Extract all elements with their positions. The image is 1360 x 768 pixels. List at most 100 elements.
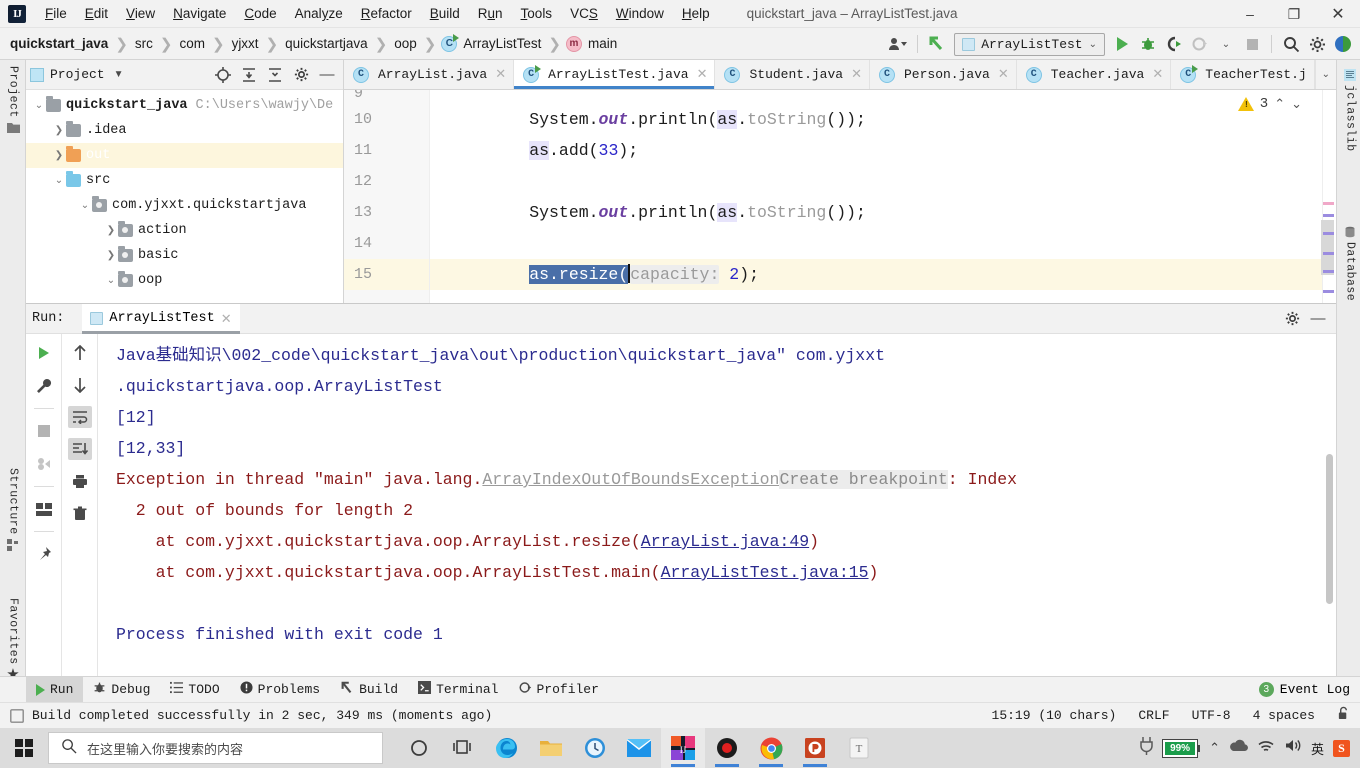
- wifi-icon[interactable]: [1257, 739, 1275, 758]
- task-view-icon[interactable]: [441, 728, 485, 768]
- search-everywhere-icon[interactable]: [1278, 31, 1304, 57]
- previous-problem-icon[interactable]: ⌃: [1274, 97, 1285, 112]
- chevron-right-icon[interactable]: ❯: [104, 250, 118, 262]
- trash-icon[interactable]: [68, 502, 92, 524]
- breadcrumb-item-method[interactable]: m main: [565, 35, 619, 52]
- menu-navigate[interactable]: Navigate: [164, 3, 235, 24]
- dump-threads-icon[interactable]: [32, 453, 56, 475]
- intellij-idea-icon[interactable]: IJ: [661, 728, 705, 768]
- chevron-right-icon[interactable]: ❯: [52, 125, 66, 137]
- inspection-widget[interactable]: 3 ⌃ ⌄: [1237, 96, 1302, 112]
- onedrive-icon[interactable]: [1229, 739, 1248, 757]
- menu-vcs[interactable]: VCS: [561, 3, 607, 24]
- chevron-down-icon[interactable]: ▼: [107, 63, 131, 87]
- chevron-down-icon[interactable]: ⌄: [78, 200, 92, 212]
- soft-wrap-icon[interactable]: [67, 406, 92, 428]
- tab-teacher-java[interactable]: C Teacher.java ✕: [1016, 60, 1172, 89]
- breadcrumb-item-com[interactable]: com: [177, 36, 207, 51]
- menu-build[interactable]: Build: [421, 3, 469, 24]
- mail-icon[interactable]: [617, 728, 661, 768]
- maximize-button[interactable]: ❐: [1272, 0, 1316, 28]
- hide-icon[interactable]: —: [1306, 307, 1330, 331]
- locate-icon[interactable]: [211, 63, 235, 87]
- next-problem-icon[interactable]: ⌄: [1291, 97, 1302, 112]
- rail-item-project[interactable]: Project: [0, 66, 26, 135]
- menu-code[interactable]: Code: [235, 3, 285, 24]
- tree-row[interactable]: ❯ out: [26, 143, 343, 168]
- file-explorer-icon[interactable]: [529, 728, 573, 768]
- tab-arraylist-java[interactable]: C ArrayList.java ✕: [344, 60, 515, 89]
- powerpoint-icon[interactable]: [793, 728, 837, 768]
- bottom-tab-run[interactable]: Run: [26, 676, 84, 703]
- ime-chinese-icon[interactable]: 英: [1311, 739, 1324, 758]
- show-hidden-icons-icon[interactable]: ⌃: [1209, 740, 1220, 756]
- scroll-to-end-icon[interactable]: [67, 438, 92, 460]
- menu-help[interactable]: Help: [673, 3, 719, 24]
- breadcrumb-item-oop[interactable]: oop: [392, 36, 419, 51]
- settings-icon[interactable]: [1304, 31, 1330, 57]
- windows-start-icon[interactable]: [0, 728, 48, 768]
- indent-setting[interactable]: 4 spaces: [1253, 708, 1315, 723]
- breadcrumb-item-class[interactable]: C ArrayListTest: [441, 33, 543, 52]
- cortana-icon[interactable]: [397, 728, 441, 768]
- tree-row[interactable]: ⌄ com.yjxxt.quickstartjava: [26, 193, 343, 218]
- menu-window[interactable]: Window: [607, 3, 673, 24]
- tab-student-java[interactable]: C Student.java ✕: [715, 60, 870, 89]
- build-status-icon[interactable]: [10, 708, 24, 723]
- rail-item-database[interactable]: Database: [1337, 225, 1360, 301]
- debug-button[interactable]: [1135, 31, 1161, 57]
- run-button[interactable]: [1109, 31, 1135, 57]
- create-breakpoint-link[interactable]: Create breakpoint: [779, 470, 948, 489]
- exception-class-link[interactable]: ArrayIndexOutOfBoundsException: [482, 470, 779, 489]
- sogou-icon[interactable]: S: [1333, 739, 1350, 757]
- tab-arraylisttest-java[interactable]: C ArrayListTest.java ✕: [514, 60, 716, 89]
- tree-row[interactable]: ❯ .idea: [26, 118, 343, 143]
- menu-edit[interactable]: Edit: [76, 3, 117, 24]
- bottom-tab-todo[interactable]: TODO: [160, 677, 229, 703]
- unlocked-icon[interactable]: [1337, 706, 1350, 725]
- stop-icon[interactable]: [32, 420, 56, 442]
- breadcrumb-item-src[interactable]: src: [133, 36, 155, 51]
- stack-file-link[interactable]: ArrayList.java:49: [641, 532, 809, 551]
- menu-run[interactable]: Run: [469, 3, 512, 24]
- layout-icon[interactable]: [32, 498, 56, 520]
- chevron-down-icon[interactable]: ⌄: [32, 100, 46, 112]
- up-arrow-icon[interactable]: [68, 342, 92, 364]
- close-icon[interactable]: ✕: [1152, 67, 1163, 82]
- rerun-icon[interactable]: [32, 342, 56, 364]
- collapse-all-icon[interactable]: [263, 63, 287, 87]
- menu-analyze[interactable]: Analyze: [286, 3, 352, 24]
- expand-all-icon[interactable]: [237, 63, 261, 87]
- event-log-area[interactable]: 3 Event Log: [1258, 682, 1360, 697]
- wrench-icon[interactable]: [32, 375, 56, 397]
- line-separator[interactable]: CRLF: [1138, 708, 1169, 723]
- down-arrow-icon[interactable]: [68, 374, 92, 396]
- rail-item-jclasslib[interactable]: jclasslib: [1337, 68, 1360, 152]
- close-icon[interactable]: ✕: [697, 67, 708, 82]
- settings-icon[interactable]: [1280, 307, 1304, 331]
- breadcrumb-item-project[interactable]: quickstart_java: [8, 36, 110, 51]
- vcs-update-icon[interactable]: [924, 31, 950, 57]
- rail-item-favorites[interactable]: Favorites ★: [0, 598, 26, 682]
- tree-row[interactable]: ❯ action: [26, 218, 343, 243]
- microsoft-edge-icon[interactable]: [485, 728, 529, 768]
- close-button[interactable]: ✕: [1316, 0, 1360, 28]
- chevron-right-icon[interactable]: ❯: [104, 225, 118, 237]
- console-output[interactable]: Java基础知识\002_code\quickstart_java\out\pr…: [98, 334, 1336, 728]
- battery-indicator[interactable]: 99%: [1162, 738, 1201, 758]
- close-icon[interactable]: ✕: [851, 67, 862, 82]
- user-settings-icon[interactable]: [885, 31, 911, 57]
- menu-tools[interactable]: Tools: [512, 3, 562, 24]
- tab-teachertest-java[interactable]: C TeacherTest.j: [1171, 60, 1315, 89]
- menu-file[interactable]: File: [36, 3, 76, 24]
- settings-icon[interactable]: [289, 63, 313, 87]
- close-icon[interactable]: ✕: [998, 67, 1009, 82]
- typora-icon[interactable]: T: [837, 728, 881, 768]
- chevron-down-icon[interactable]: ⌄: [52, 175, 66, 187]
- tree-row[interactable]: ⌄ src: [26, 168, 343, 193]
- bottom-tab-terminal[interactable]: Terminal: [408, 677, 508, 703]
- breadcrumb-item-quickstartjava[interactable]: quickstartjava: [283, 36, 370, 51]
- tree-row[interactable]: ⌄ quickstart_java C:\Users\wawjy\De: [26, 93, 343, 118]
- stop-button[interactable]: [1239, 31, 1265, 57]
- breadcrumb-item-yjxxt[interactable]: yjxxt: [230, 36, 261, 51]
